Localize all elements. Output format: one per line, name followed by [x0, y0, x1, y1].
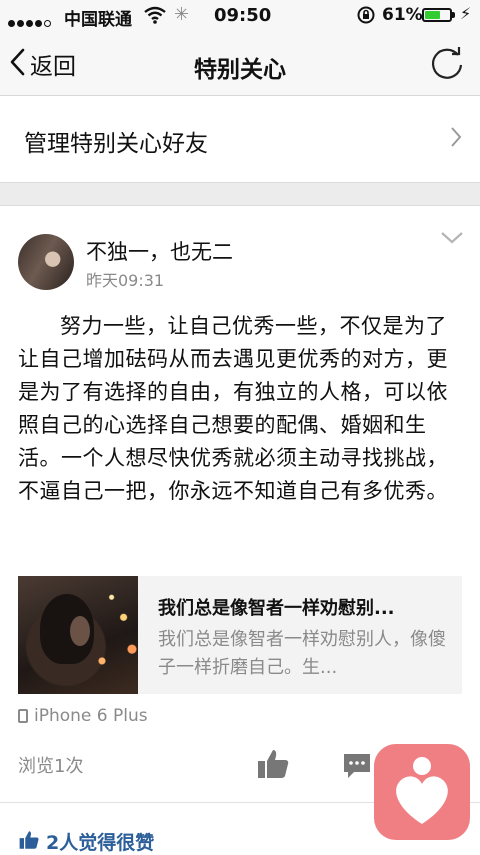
manage-special-friends-row[interactable]: 管理特别关心好友	[0, 96, 480, 182]
navigation-bar: 返回 特别关心	[0, 32, 480, 96]
chevron-down-icon	[440, 231, 464, 250]
shared-article-card[interactable]: 我们总是像智者一样劝慰别... 我们总是像智者一样劝慰别人，像傻子一样折磨自己。…	[18, 576, 462, 694]
section-divider	[0, 182, 480, 206]
heart-person-icon	[374, 757, 470, 844]
battery-tip	[452, 12, 455, 18]
article-thumbnail	[18, 576, 138, 694]
manage-special-friends-label: 管理特别关心好友	[24, 131, 208, 157]
charging-bolt-icon: ⚡	[460, 4, 472, 23]
carrier-name: 中国联通	[64, 10, 132, 30]
liked-by-row[interactable]: 2人觉得很赞	[18, 828, 154, 855]
liked-by-text: 2人觉得很赞	[46, 832, 155, 854]
post-time: 昨天09:31	[86, 271, 165, 290]
thumbnail-face	[70, 616, 90, 646]
like-button[interactable]	[256, 748, 290, 784]
post-author[interactable]: 不独一，也无二	[86, 236, 233, 266]
post-menu-button[interactable]	[440, 230, 464, 250]
avatar[interactable]	[18, 234, 74, 290]
rotation-lock-icon	[356, 5, 376, 30]
phone-icon	[18, 709, 28, 723]
device-source: iPhone 6 Plus	[18, 706, 148, 726]
device-name: iPhone 6 Plus	[34, 706, 148, 726]
battery-icon	[422, 8, 452, 22]
article-title: 我们总是像智者一样劝慰别...	[158, 598, 395, 619]
thumbs-up-icon	[256, 750, 290, 784]
wifi-icon	[144, 6, 166, 29]
thumbs-up-icon	[18, 830, 40, 854]
chevron-right-icon	[450, 126, 462, 152]
refresh-icon	[428, 47, 466, 86]
status-time: 09:50	[214, 5, 272, 26]
page-title: 特别关心	[194, 57, 286, 83]
status-bar: 中国联通 ✳ 09:50 61% ⚡	[0, 0, 480, 32]
comment-button[interactable]	[342, 752, 372, 784]
comment-icon	[342, 754, 372, 784]
floating-app-button[interactable]	[374, 744, 470, 840]
refresh-button[interactable]	[428, 44, 466, 86]
signal-strength-icon	[8, 12, 53, 32]
post-body: 努力一些，让自己优秀一些，不仅是为了让自己增加砝码从而去遇见更优秀的对方，更是为…	[18, 314, 448, 503]
battery-percent: 61%	[382, 5, 423, 25]
view-count: 浏览1次	[18, 756, 84, 777]
loading-spinner-icon: ✳	[174, 4, 190, 25]
battery-level-fill	[425, 11, 440, 19]
article-description: 我们总是像智者一样劝慰别人，像傻子一样折磨自己。生...	[158, 629, 446, 678]
